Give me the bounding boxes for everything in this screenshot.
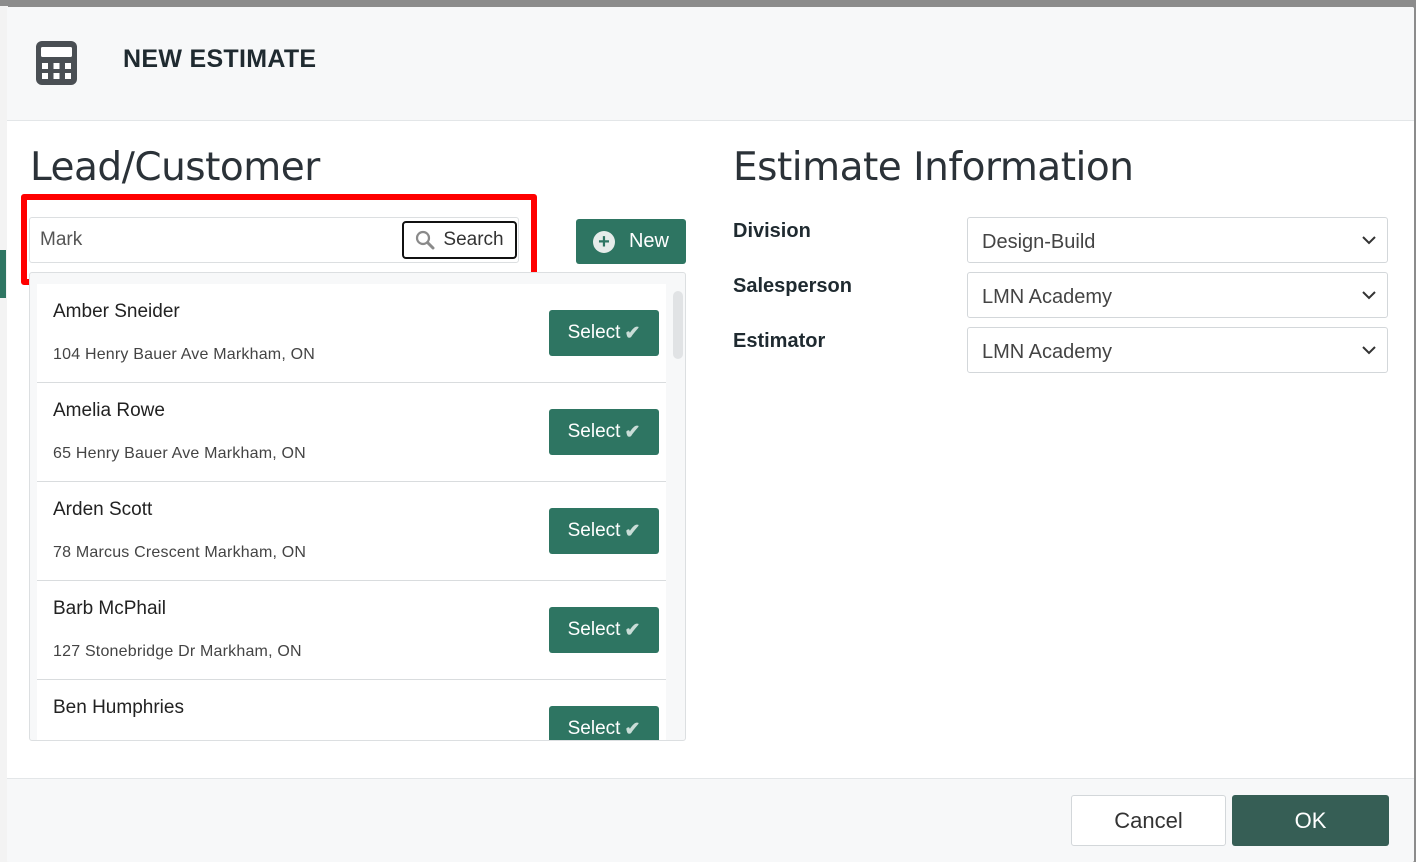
modal-footer: Cancel OK	[7, 778, 1414, 862]
division-select[interactable]: Design-Build	[967, 217, 1388, 263]
calculator-icon	[36, 41, 77, 85]
select-customer-button[interactable]: Select ✔	[549, 607, 659, 653]
list-item: Ben Humphries Select ✔	[37, 680, 666, 740]
select-button-label: Select	[567, 421, 621, 442]
customer-name: Amber Sneider	[53, 301, 180, 322]
new-customer-button[interactable]: + New	[576, 219, 686, 264]
estimate-information-heading: Estimate Information	[733, 145, 1134, 190]
customer-name: Barb McPhail	[53, 598, 166, 619]
checkmark-icon: ✔	[624, 421, 641, 443]
estimator-value: LMN Academy	[982, 341, 1113, 363]
select-customer-button[interactable]: Select ✔	[549, 706, 659, 740]
division-label: Division	[733, 220, 811, 242]
list-item: Arden Scott 78 Marcus Crescent Markham, …	[37, 482, 666, 581]
select-customer-button[interactable]: Select ✔	[549, 508, 659, 554]
select-customer-button[interactable]: Select ✔	[549, 310, 659, 356]
ok-button[interactable]: OK	[1232, 795, 1389, 846]
salesperson-select[interactable]: LMN Academy	[967, 272, 1388, 318]
chevron-down-icon	[1362, 346, 1376, 355]
plus-circle-icon: +	[592, 230, 615, 253]
customer-name: Amelia Rowe	[53, 400, 165, 421]
list-item: Amber Sneider 104 Henry Bauer Ave Markha…	[37, 284, 666, 383]
select-button-label: Select	[567, 322, 621, 343]
modal-title: NEW ESTIMATE	[123, 45, 317, 73]
list-scrollbar[interactable]	[673, 291, 683, 359]
chevron-down-icon	[1362, 291, 1376, 300]
select-button-label: Select	[567, 520, 621, 541]
lead-customer-heading: Lead/Customer	[30, 145, 320, 190]
background-green-element	[0, 250, 6, 298]
customer-address: 104 Henry Bauer Ave Markham, ON	[53, 346, 316, 363]
select-customer-button[interactable]: Select ✔	[549, 409, 659, 455]
customer-address: 78 Marcus Crescent Markham, ON	[53, 544, 307, 561]
checkmark-icon: ✔	[624, 520, 641, 542]
new-estimate-modal: NEW ESTIMATE Lead/Customer Search + New …	[7, 7, 1414, 862]
select-button-label: Select	[567, 619, 621, 640]
chevron-down-icon	[1362, 236, 1376, 245]
estimator-select[interactable]: LMN Academy	[967, 327, 1388, 373]
checkmark-icon: ✔	[624, 322, 641, 344]
customer-name: Arden Scott	[53, 499, 153, 520]
new-button-label: New	[628, 230, 669, 252]
estimator-label: Estimator	[733, 330, 826, 352]
customer-name: Ben Humphries	[53, 697, 184, 718]
customer-address: 65 Henry Bauer Ave Markham, ON	[53, 445, 306, 462]
customer-list[interactable]: Amber Sneider 104 Henry Bauer Ave Markha…	[29, 272, 686, 741]
checkmark-icon: ✔	[624, 718, 641, 740]
checkmark-icon: ✔	[624, 619, 641, 641]
salesperson-value: LMN Academy	[982, 286, 1113, 308]
division-value: Design-Build	[982, 231, 1096, 253]
salesperson-label: Salesperson	[733, 275, 852, 297]
customer-address: 127 Stonebridge Dr Markham, ON	[53, 643, 302, 660]
select-button-label: Select	[567, 718, 621, 739]
list-item: Amelia Rowe 65 Henry Bauer Ave Markham, …	[37, 383, 666, 482]
cancel-button[interactable]: Cancel	[1071, 795, 1226, 846]
list-item: Barb McPhail 127 Stonebridge Dr Markham,…	[37, 581, 666, 680]
modal-header: NEW ESTIMATE	[7, 7, 1414, 121]
